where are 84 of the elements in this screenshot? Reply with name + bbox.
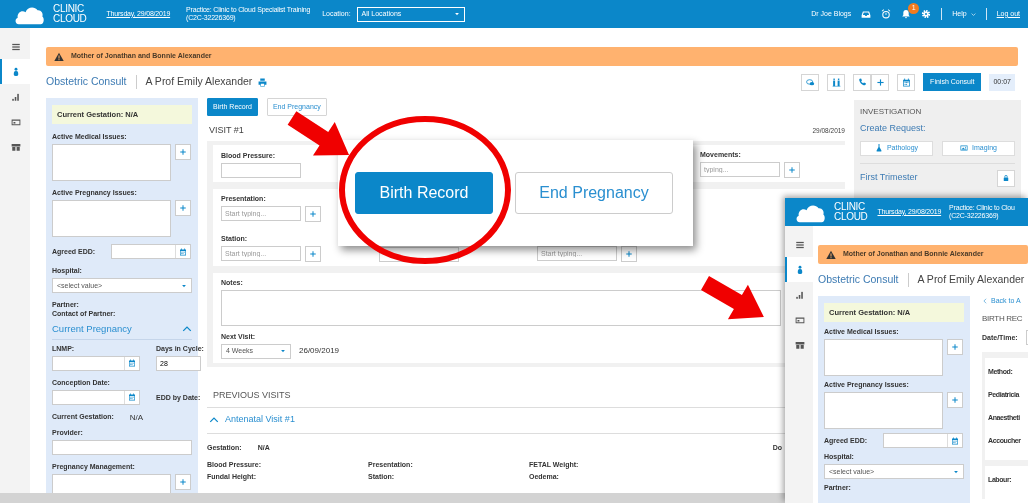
add-button[interactable] <box>947 339 963 356</box>
caret-icon <box>953 468 959 475</box>
flask-icon <box>874 144 883 152</box>
phone-icon <box>857 77 867 87</box>
printer-icon <box>258 77 268 87</box>
toolbar-button[interactable] <box>827 73 846 91</box>
person-icon <box>795 264 805 275</box>
menu-icon <box>795 239 805 250</box>
plus-icon <box>788 165 796 174</box>
patient-name: A Prof Emily Alexander <box>917 272 1025 288</box>
toolbar-button[interactable] <box>871 73 890 91</box>
add-button[interactable] <box>947 392 963 409</box>
plus-icon <box>309 249 317 258</box>
alarm-clock-icon[interactable] <box>881 9 892 19</box>
horizontal-scrollbar[interactable] <box>0 493 785 503</box>
patient-name: A Prof Emily Alexander <box>145 74 253 90</box>
plus-icon <box>179 148 187 157</box>
input-field[interactable] <box>52 439 192 455</box>
panel-subtitle: Create Request: <box>860 122 927 135</box>
add-button[interactable] <box>175 144 191 161</box>
image-icon <box>960 144 969 152</box>
caret-icon <box>280 348 286 354</box>
bell-icon[interactable] <box>901 9 912 19</box>
toolbar-button[interactable] <box>853 73 872 91</box>
chat-icon <box>805 77 815 87</box>
logo-text: CLINIC CLOUD <box>834 202 868 222</box>
date-field[interactable] <box>883 433 964 449</box>
person-icon <box>11 66 21 77</box>
date-field[interactable] <box>52 355 140 371</box>
sidebar-item[interactable] <box>0 59 30 84</box>
plus-icon <box>309 209 317 218</box>
add-button[interactable] <box>305 245 321 262</box>
plus-icon <box>875 77 885 87</box>
settings-icon[interactable] <box>921 9 932 19</box>
toolbar-button[interactable] <box>897 73 916 91</box>
date-field[interactable] <box>52 389 140 405</box>
add-button[interactable] <box>784 161 800 178</box>
lock-icon <box>1002 174 1010 182</box>
arrow-drawing <box>701 276 764 320</box>
section-heading[interactable]: Current Pregnancy <box>52 322 132 337</box>
plus-icon <box>951 343 959 352</box>
caret-icon <box>453 11 460 17</box>
calendar-icon <box>901 77 911 87</box>
warning-icon <box>54 51 64 62</box>
outline-button[interactable]: End Pregnancy <box>515 172 673 214</box>
notes-area[interactable] <box>221 289 781 326</box>
logo-text: CLINIC CLOUD <box>53 4 87 24</box>
add-button[interactable] <box>175 473 191 490</box>
calendar-icon <box>951 436 960 445</box>
add-button[interactable] <box>175 200 191 217</box>
lock-button[interactable] <box>997 169 1015 187</box>
calendar-icon <box>128 359 136 367</box>
caret-icon <box>181 282 187 289</box>
panel-title: INVESTIGATION <box>860 106 923 118</box>
plus-icon <box>179 477 187 486</box>
section-title: VISIT #1 <box>209 124 244 137</box>
gift-icon <box>11 141 21 152</box>
chevron-down-icon <box>970 11 976 17</box>
visit-link[interactable]: Antenatal Visit #1 <box>225 413 295 427</box>
section-heading: First Trimester <box>860 171 918 185</box>
toolbar-button[interactable] <box>801 73 820 91</box>
sidebar-item[interactable] <box>785 257 813 282</box>
page-title: Obstetric Consult <box>818 272 899 288</box>
field-value: N/A <box>129 411 144 424</box>
input-field[interactable] <box>221 162 301 178</box>
page-title: Obstetric Consult <box>46 74 127 90</box>
add-button[interactable] <box>305 205 321 222</box>
plus-icon <box>951 396 959 405</box>
inbox-icon[interactable] <box>861 9 872 19</box>
section-title: BIRTH REC <box>982 312 1024 325</box>
next-visit-date: 26/09/2019 <box>299 345 340 357</box>
plus-icon <box>179 204 187 213</box>
plus-icon <box>625 249 633 258</box>
bar-chart-icon <box>795 289 805 300</box>
primary-button[interactable]: Birth Record <box>355 172 493 214</box>
arrow-drawing <box>287 111 350 156</box>
warning-icon <box>826 249 836 260</box>
chevron-left-icon <box>982 298 988 305</box>
calendar-icon <box>179 247 188 256</box>
menu-icon <box>11 41 21 52</box>
bar-chart-icon <box>11 91 21 102</box>
calendar-icon <box>128 393 136 401</box>
date-field[interactable] <box>111 244 192 260</box>
gift-icon <box>795 339 805 350</box>
